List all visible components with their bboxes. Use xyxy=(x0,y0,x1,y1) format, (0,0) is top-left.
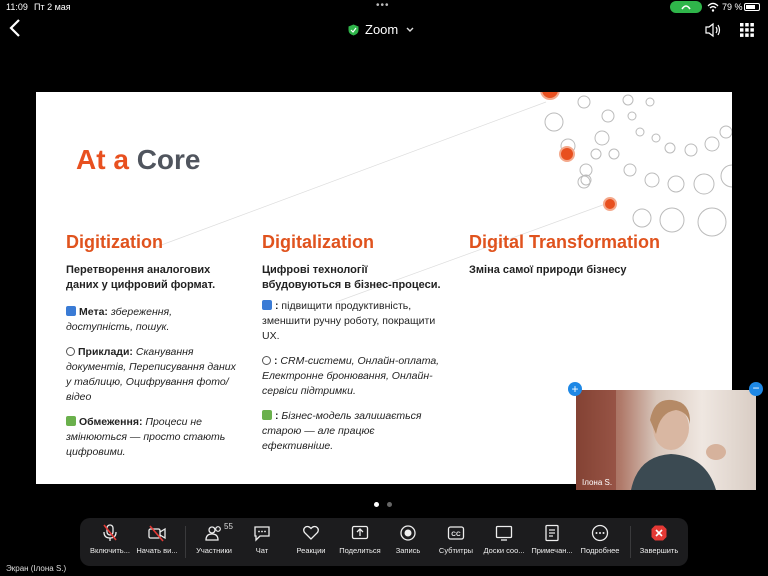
share-icon xyxy=(351,525,369,540)
slide-title: At a Core xyxy=(76,144,200,176)
search-icon xyxy=(66,347,75,356)
record-button-label: Запись xyxy=(395,546,421,555)
chat-icon xyxy=(254,526,270,542)
wifi-icon xyxy=(707,2,719,12)
column-heading: Digitalization xyxy=(262,232,374,252)
screen-share-label: Экран (Ілона S.) xyxy=(6,564,67,573)
item-label: Приклади: xyxy=(78,346,133,358)
more-button[interactable]: Подробнее xyxy=(570,524,630,555)
item-label: Обмеження: xyxy=(79,416,143,428)
column-item: Приклади: Сканування документів, Перепис… xyxy=(66,345,236,405)
column-digitization: Digitization Перетворення аналогових дан… xyxy=(66,232,236,460)
record-icon xyxy=(400,525,416,541)
svg-text:CC: CC xyxy=(451,531,461,538)
item-text: підвищити продуктивність, зменшити ручну… xyxy=(262,300,436,342)
battery-icon xyxy=(744,3,760,11)
back-icon[interactable] xyxy=(8,18,22,43)
column-item: : підвищити продуктивність, зменшити руч… xyxy=(262,299,446,344)
active-call-indicator[interactable] xyxy=(670,1,702,13)
shield-icon xyxy=(348,24,359,35)
status-date: Пт 2 мая xyxy=(34,2,71,12)
participant-silhouette xyxy=(576,390,726,490)
share-button-label: Поделиться xyxy=(339,546,381,555)
search-icon xyxy=(262,356,271,365)
column-subtitle: Цифрові технології вбудовуються в бізнес… xyxy=(262,264,441,291)
mic-button-label: Включить... xyxy=(90,546,130,555)
meeting-title[interactable]: Zoom xyxy=(348,22,414,37)
participant-video-tile[interactable]: Ілона S. xyxy=(576,390,756,490)
item-text: Бізнес-модель залишається старою — але п… xyxy=(262,410,422,452)
chat-button-label: Чат xyxy=(255,546,269,555)
column-subtitle: Зміна самої природи бізнесу xyxy=(469,264,627,276)
meeting-toolbar: Включить... Начать ви... 55 Участники Ча… xyxy=(80,518,688,566)
notes-button-label: Примечан... xyxy=(531,546,573,555)
participant-name: Ілона S. xyxy=(582,478,613,487)
app-title: Zoom xyxy=(365,22,399,37)
grid-icon[interactable] xyxy=(740,23,754,37)
notes-icon xyxy=(545,524,559,542)
chevron-down-icon xyxy=(406,25,414,35)
more-icon xyxy=(591,524,609,542)
participants-button-label: Участники xyxy=(196,546,232,555)
page-dot-2[interactable] xyxy=(387,502,392,507)
status-time: 11:09 xyxy=(6,2,28,12)
column-subtitle: Перетворення аналогових даних у цифровий… xyxy=(66,264,216,291)
column-item: : CRM-системи, Онлайн-оплата, Електронне… xyxy=(262,354,446,399)
column-digitalization: Digitalization Цифрові технології вбудов… xyxy=(262,232,446,454)
speaker-icon[interactable] xyxy=(704,22,722,38)
puzzle-icon xyxy=(66,416,76,426)
item-label: : xyxy=(275,410,279,422)
whiteboard-icon xyxy=(495,525,513,541)
column-item: : Бізнес-модель залишається старою — але… xyxy=(262,409,446,454)
page-dot-1[interactable] xyxy=(374,502,379,507)
video-button[interactable]: Начать ви... xyxy=(127,524,187,555)
heart-icon xyxy=(303,525,319,540)
microphone-muted-icon xyxy=(103,524,117,541)
add-video-button[interactable]: + xyxy=(568,382,582,396)
multitask-dots-icon[interactable]: ••• xyxy=(376,0,390,11)
arrow-right-icon xyxy=(262,300,272,310)
column-heading: Digital Transformation xyxy=(469,232,661,252)
column-item: Обмеження: Процеси не змінюються — прост… xyxy=(66,415,236,460)
battery-percent: 79 % xyxy=(722,2,743,12)
column-heading: Digitization xyxy=(66,232,163,252)
puzzle-icon xyxy=(262,410,272,420)
whiteboards-button-label: Доски соо... xyxy=(483,546,525,555)
video-off-icon xyxy=(148,525,166,542)
slide-title-part1: At a xyxy=(76,144,129,175)
more-button-label: Подробнее xyxy=(580,546,620,555)
cc-icon: CC xyxy=(447,526,465,540)
item-label: Мета: xyxy=(79,306,108,318)
item-text: CRM-системи, Онлайн-оплата, Електронне б… xyxy=(262,355,440,397)
column-item: Мета: збереження, доступність, пошук. xyxy=(66,305,236,335)
arrow-right-icon xyxy=(66,306,76,316)
slide-title-part2: Core xyxy=(136,144,201,175)
minimize-video-button[interactable]: − xyxy=(749,382,763,396)
participants-icon xyxy=(205,526,221,541)
item-label: : xyxy=(274,355,278,367)
end-button-label: Завершить xyxy=(639,546,679,555)
end-icon xyxy=(651,525,667,541)
reactions-button-label: Реакции xyxy=(296,546,326,555)
captions-button-label: Субтитры xyxy=(438,546,474,555)
column-digital-transformation: Digital Transformation Зміна самої приро… xyxy=(469,232,709,278)
end-button[interactable]: Завершить xyxy=(629,524,689,555)
item-label: : xyxy=(275,300,279,312)
video-button-label: Начать ви... xyxy=(136,546,178,555)
status-bar: 11:09 Пт 2 мая ••• 79 % xyxy=(0,0,768,14)
